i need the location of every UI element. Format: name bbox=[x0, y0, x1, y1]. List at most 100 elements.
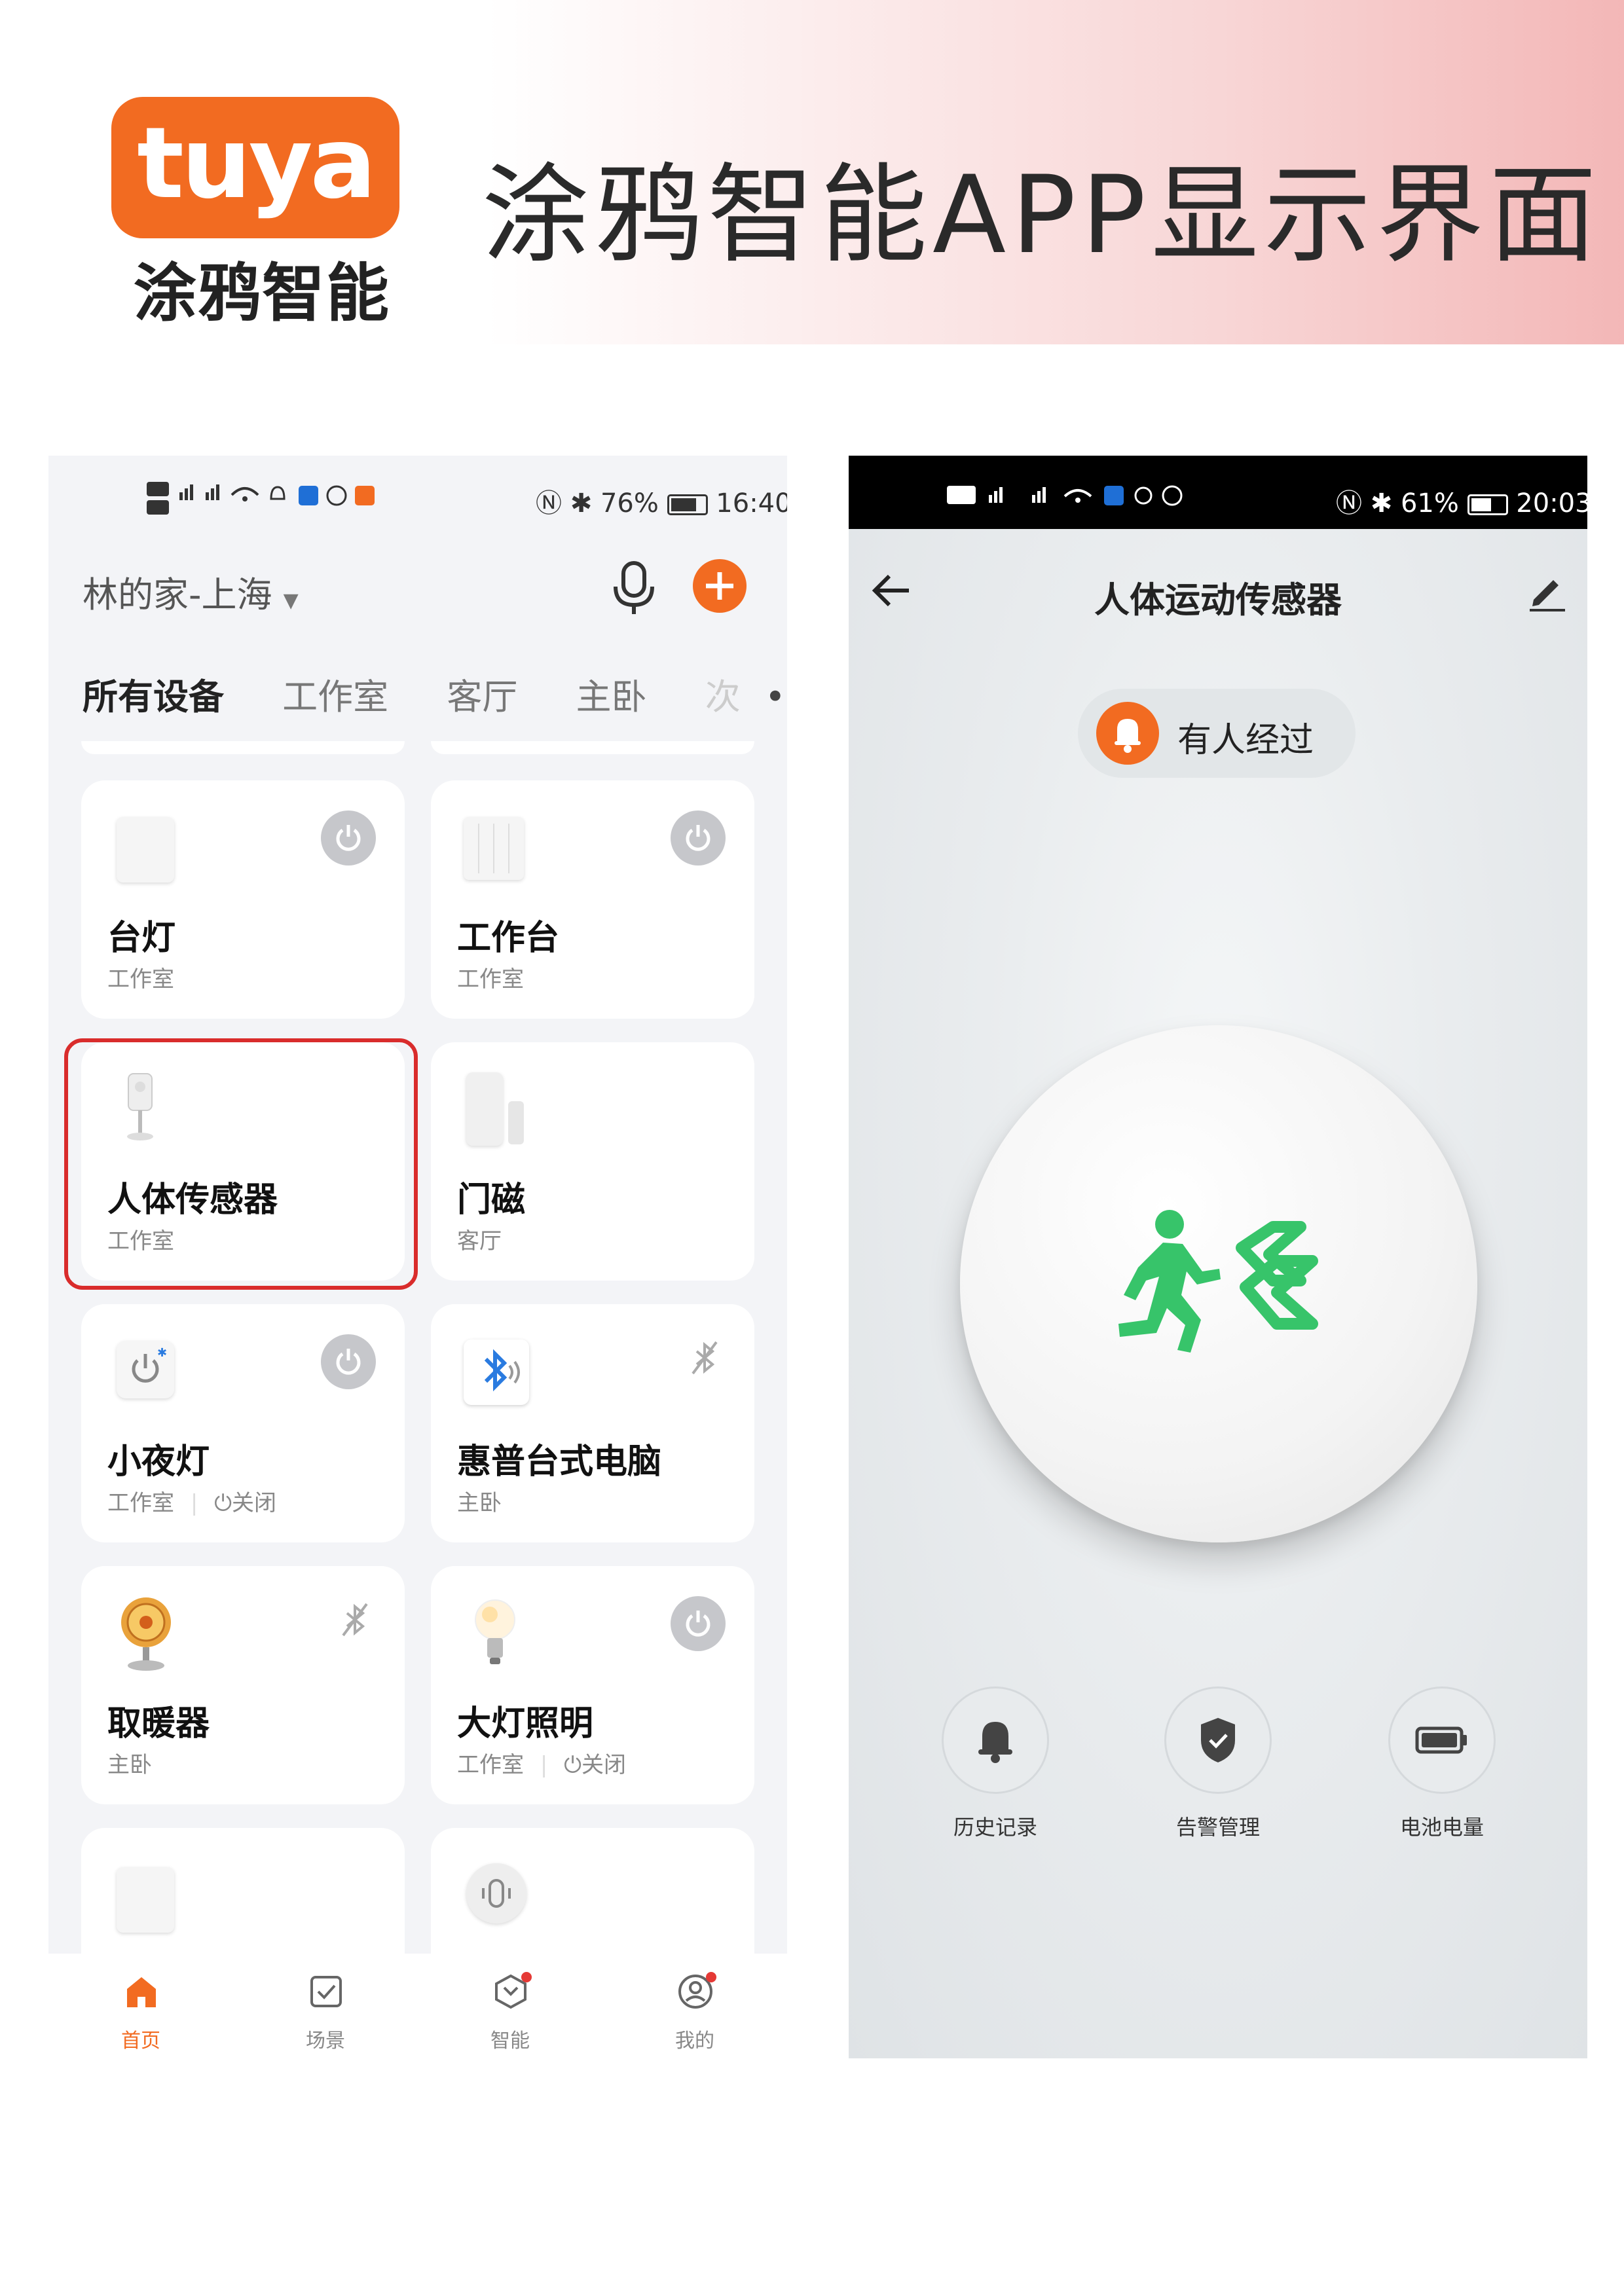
device-card-night-light[interactable]: ✱ 小夜灯 工作室 | ⏻关闭 bbox=[81, 1304, 405, 1542]
power-icon bbox=[336, 1349, 361, 1375]
add-device-button[interactable] bbox=[693, 559, 747, 613]
device-name: 惠普台式电脑 bbox=[457, 1442, 662, 1482]
clock: 20:03 bbox=[1516, 488, 1587, 519]
battery-percent: 76% bbox=[600, 488, 659, 519]
nav-smart[interactable]: 智能 bbox=[418, 1954, 602, 2058]
device-room: 工作室 bbox=[107, 1490, 174, 1516]
tab-living-room[interactable]: 客厅 bbox=[447, 676, 517, 718]
history-label: 历史记录 bbox=[953, 1815, 1037, 1840]
status-bar-left-icons bbox=[147, 479, 435, 525]
highlight-frame bbox=[64, 1038, 418, 1290]
nav-me[interactable]: 我的 bbox=[602, 1954, 787, 2058]
device-card-partial[interactable] bbox=[431, 1828, 754, 1959]
device-name: 小夜灯 bbox=[107, 1442, 210, 1482]
status-icons-group bbox=[947, 485, 1183, 506]
status-icons-group bbox=[147, 482, 375, 515]
night-light-icon: ✱ bbox=[117, 1341, 174, 1398]
nav-label: 我的 bbox=[675, 2030, 714, 2052]
battery-icon bbox=[1415, 1726, 1467, 1754]
profile-icon bbox=[678, 1972, 716, 2009]
device-room: 主卧 bbox=[457, 1490, 502, 1516]
device-card-door-sensor[interactable]: 门磁 客厅 bbox=[431, 1042, 754, 1281]
svg-text:✱: ✱ bbox=[157, 1346, 167, 1360]
power-icon bbox=[686, 1611, 710, 1637]
nfc-icon: Ⓝ bbox=[1336, 488, 1362, 519]
alarm-settings-button[interactable] bbox=[1164, 1686, 1272, 1794]
nav-scene[interactable]: 场景 bbox=[233, 1954, 418, 2058]
status-bar-right: Ⓝ ✱ 61% 20:03 bbox=[1336, 482, 1587, 520]
logo-wordmark: tuya bbox=[137, 107, 377, 221]
device-state: 关闭 bbox=[581, 1752, 626, 1778]
tab-studio[interactable]: 工作室 bbox=[282, 676, 388, 718]
device-room: 工作室 bbox=[457, 1752, 524, 1778]
device-room-state: 工作室 | ⏻关闭 bbox=[107, 1490, 276, 1516]
power-icon bbox=[336, 825, 361, 851]
device-name: 大灯照明 bbox=[457, 1704, 594, 1743]
device-card-hp-desktop[interactable]: 惠普台式电脑 主卧 bbox=[431, 1304, 754, 1542]
battery-level-label: 电池电量 bbox=[1399, 1815, 1484, 1840]
edit-button[interactable] bbox=[1524, 567, 1570, 613]
device-name: 取暖器 bbox=[107, 1704, 210, 1743]
status-bar-right: Ⓝ ✱ 76% 16:40 bbox=[536, 482, 787, 520]
device-card-partial bbox=[81, 741, 405, 754]
screen-title: 人体运动传感器 bbox=[1094, 579, 1342, 621]
device-room-state: 工作室 | ⏻关闭 bbox=[457, 1752, 626, 1778]
device-card-desk-lamp[interactable]: 台灯 工作室 bbox=[81, 780, 405, 1019]
clock: 16:40 bbox=[716, 488, 787, 519]
nav-home[interactable]: 首页 bbox=[48, 1954, 233, 2058]
pencil-icon bbox=[1530, 580, 1565, 611]
device-card-heater[interactable]: 取暖器 主卧 bbox=[81, 1566, 405, 1804]
device-card-workbench[interactable]: 工作台 工作室 bbox=[431, 780, 754, 1019]
device-list-screen: Ⓝ ✱ 76% 16:40 林的家-上海 ▼ 所有设备 工作室 客厅 主卧 次 … bbox=[48, 456, 787, 2058]
device-card-partial bbox=[431, 741, 754, 754]
more-tabs-button[interactable]: ••• bbox=[765, 676, 787, 718]
microphone-icon bbox=[614, 561, 654, 614]
offline-icon bbox=[339, 1601, 371, 1641]
chevron-down-icon: ▼ bbox=[283, 589, 299, 612]
alarm-settings-label: 告警管理 bbox=[1175, 1815, 1260, 1840]
device-room: 客厅 bbox=[457, 1228, 502, 1254]
battery-icon bbox=[1467, 494, 1508, 515]
nav-label: 首页 bbox=[121, 2030, 160, 2052]
device-card-main-light[interactable]: 大灯照明 工作室 | ⏻关闭 bbox=[431, 1566, 754, 1804]
battery-icon bbox=[667, 494, 708, 515]
running-person-icon bbox=[1118, 1210, 1318, 1353]
tab-master-bedroom[interactable]: 主卧 bbox=[576, 676, 647, 718]
nfc-icon: Ⓝ bbox=[536, 488, 562, 519]
bell-icon bbox=[978, 1722, 1012, 1763]
room-tabs: 所有设备 工作室 客厅 主卧 次 ••• bbox=[83, 668, 787, 720]
tab-second-bedroom[interactable]: 次 bbox=[705, 676, 741, 718]
plug-icon bbox=[117, 817, 174, 883]
small-power-icon: ⏻ bbox=[564, 1752, 581, 1778]
power-button[interactable] bbox=[671, 1596, 726, 1651]
device-name: 台灯 bbox=[107, 919, 176, 958]
page-title: 涂鸦智能APP显示界面 bbox=[482, 153, 1602, 278]
device-room: 工作室 bbox=[457, 966, 524, 993]
battery-level-button[interactable] bbox=[1388, 1686, 1496, 1794]
nav-label: 场景 bbox=[306, 2030, 345, 2052]
logo-chinese-name: 涂鸦智能 bbox=[134, 257, 390, 330]
power-icon bbox=[686, 825, 710, 851]
home-icon bbox=[127, 1977, 156, 2007]
alert-text: 有人经过 bbox=[1177, 721, 1314, 760]
bottom-navigation: 首页 场景 智能 我的 bbox=[48, 1954, 787, 2058]
device-card-partial[interactable] bbox=[81, 1828, 405, 1959]
device-room: 主卧 bbox=[107, 1752, 152, 1778]
bell-icon bbox=[1115, 719, 1141, 753]
alert-status-pill: 有人经过 bbox=[1078, 689, 1356, 778]
history-button[interactable] bbox=[942, 1686, 1049, 1794]
tab-all-devices[interactable]: 所有设备 bbox=[83, 676, 224, 718]
device-name: 门磁 bbox=[457, 1180, 526, 1220]
device-name: 工作台 bbox=[457, 919, 560, 958]
home-selector[interactable]: 林的家-上海 ▼ bbox=[83, 566, 299, 617]
plus-icon bbox=[706, 572, 733, 600]
nav-label: 智能 bbox=[490, 2030, 530, 2052]
microphone-button[interactable] bbox=[608, 558, 660, 617]
power-button[interactable] bbox=[321, 811, 376, 866]
sensor-detail-screen: Ⓝ ✱ 61% 20:03 人体运动传感器 有人经过 历史记录 告警管理 电池电… bbox=[849, 456, 1587, 2058]
device-state: 关闭 bbox=[232, 1490, 276, 1516]
bluetooth-status-icon: ✱ bbox=[1370, 488, 1393, 519]
power-button[interactable] bbox=[671, 811, 726, 866]
device-room: 工作室 bbox=[107, 966, 174, 993]
power-button[interactable] bbox=[321, 1334, 376, 1389]
